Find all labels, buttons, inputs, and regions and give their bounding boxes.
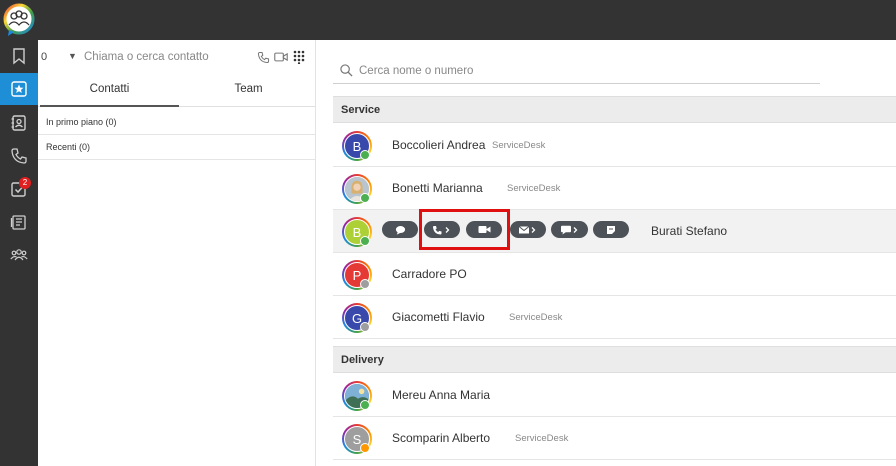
contact-row[interactable]: Mereu Anna Maria <box>333 374 896 417</box>
contact-name: Scomparin Alberto <box>392 431 491 445</box>
presence-status <box>360 193 370 203</box>
contact-row[interactable]: P Carradore PO <box>333 253 896 296</box>
presence-status <box>360 443 370 453</box>
contacts-tabs: Contatti Team <box>38 74 315 107</box>
note-icon <box>607 225 615 234</box>
call-button[interactable] <box>424 221 460 238</box>
app-logo-icon[interactable] <box>3 3 35 37</box>
contact-row[interactable]: S Scomparin Alberto ServiceDesk <box>333 417 896 460</box>
rail-calls[interactable] <box>0 140 38 172</box>
group-header-service: Service <box>333 96 896 123</box>
rail-voicemail[interactable] <box>0 206 38 238</box>
contact-row[interactable]: G Giacometti Flavio ServiceDesk <box>333 296 896 339</box>
contact-name: Burati Stefano <box>651 224 728 238</box>
contact-name: Boccolieri Andrea <box>392 138 486 152</box>
dial-number: 0 <box>41 51 48 63</box>
presence-status <box>360 400 370 410</box>
sms-icon <box>560 225 577 234</box>
call-search-input[interactable] <box>84 48 244 66</box>
chat-icon <box>395 225 405 235</box>
rail-contacts[interactable] <box>0 107 38 139</box>
presence-status <box>360 150 370 160</box>
chevron-down-icon[interactable]: ▼ <box>68 51 77 61</box>
contact-row[interactable]: Bonetti Marianna ServiceDesk <box>333 167 896 210</box>
app-window: 2 0 ▼ Contatti Team In prim <box>0 0 896 466</box>
search-icon <box>340 64 353 77</box>
favorites-star-icon <box>11 81 27 97</box>
presence-status <box>360 322 370 332</box>
contact-name: Mereu Anna Maria <box>392 388 491 402</box>
sms-button[interactable] <box>551 221 588 238</box>
email-icon <box>518 225 536 233</box>
voicemail-icon <box>10 215 26 230</box>
note-button[interactable] <box>593 221 629 238</box>
directory-panel: Service B Boccolieri Andrea ServiceDesk … <box>316 40 896 466</box>
video-call-button[interactable] <box>466 221 502 238</box>
contact-department: ServiceDesk <box>492 140 546 151</box>
phone-icon <box>11 148 27 164</box>
rail-favorites[interactable] <box>0 73 38 105</box>
phone-call-icon <box>433 225 450 234</box>
directory-search <box>333 58 820 84</box>
top-bar <box>0 0 896 40</box>
search-input[interactable] <box>359 62 759 80</box>
contact-row[interactable]: B Boccolieri Andrea ServiceDesk <box>333 124 896 167</box>
bookmark-icon <box>13 48 25 65</box>
contact-name: Bonetti Marianna <box>392 181 483 195</box>
tab-contatti[interactable]: Contatti <box>40 74 179 107</box>
contacts-panel: 0 ▼ Contatti Team In primo piano (0) Rec… <box>38 40 316 466</box>
contact-row-hovered[interactable]: B Burati Stefano <box>333 210 896 253</box>
video-icon[interactable] <box>273 49 289 65</box>
section-recent[interactable]: Recenti (0) <box>38 135 315 160</box>
contact-department: ServiceDesk <box>509 312 563 323</box>
rail-groups[interactable] <box>0 239 38 271</box>
presence-status <box>360 279 370 289</box>
tab-team[interactable]: Team <box>179 74 318 107</box>
contacts-book-icon <box>11 115 26 131</box>
left-nav-rail: 2 <box>0 40 38 466</box>
group-header-delivery: Delivery <box>333 346 896 373</box>
dialpad-icon[interactable] <box>291 49 307 65</box>
phone-icon[interactable] <box>255 49 271 65</box>
contact-department: ServiceDesk <box>515 433 569 444</box>
chat-button[interactable] <box>382 221 418 238</box>
group-icon <box>10 249 28 261</box>
section-featured[interactable]: In primo piano (0) <box>38 110 315 135</box>
contact-name: Carradore PO <box>392 267 467 281</box>
presence-status <box>360 236 370 246</box>
video-call-icon <box>478 226 490 233</box>
contact-name: Giacometti Flavio <box>392 310 485 324</box>
rail-bookmark[interactable] <box>0 40 38 72</box>
tasks-badge: 2 <box>19 177 31 189</box>
call-bar: 0 ▼ <box>38 40 315 74</box>
contact-department: ServiceDesk <box>507 183 561 194</box>
email-button[interactable] <box>510 221 546 238</box>
rail-tasks[interactable]: 2 <box>0 173 38 205</box>
